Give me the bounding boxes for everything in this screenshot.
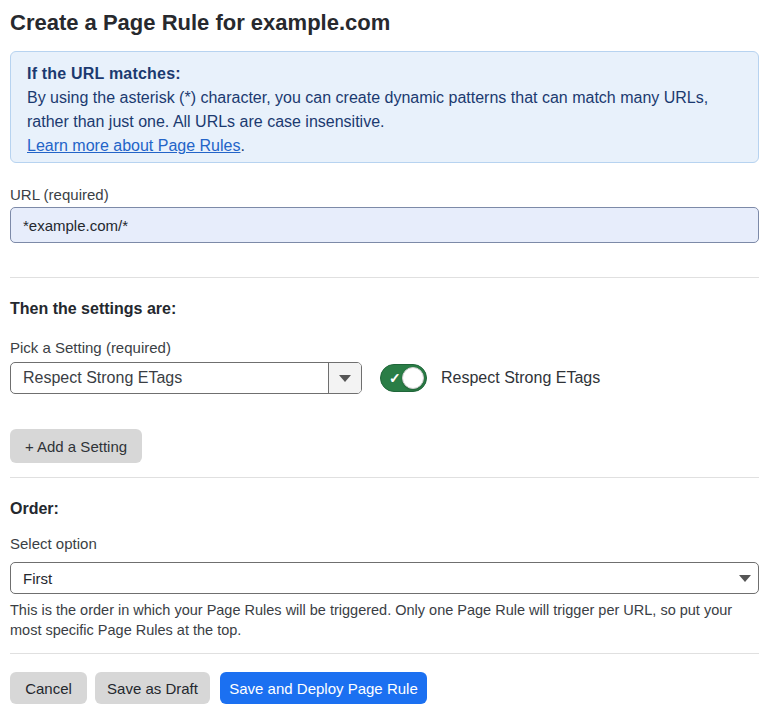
select-option-label: Select option xyxy=(10,536,759,552)
save-deploy-button[interactable]: Save and Deploy Page Rule xyxy=(220,672,427,704)
chevron-down-icon xyxy=(339,375,351,382)
order-helper-text: This is the order in which your Page Rul… xyxy=(10,600,746,640)
setting-row: Respect Strong ETags ✓ Respect Strong ET… xyxy=(10,362,759,394)
url-label: URL (required) xyxy=(10,187,759,203)
add-setting-button[interactable]: + Add a Setting xyxy=(10,429,142,463)
setting-toggle[interactable]: ✓ xyxy=(380,364,427,392)
divider xyxy=(10,477,759,478)
settings-heading: Then the settings are: xyxy=(10,301,759,317)
cancel-button[interactable]: Cancel xyxy=(10,672,87,704)
toggle-knob xyxy=(402,367,424,389)
divider xyxy=(10,277,759,278)
url-input[interactable] xyxy=(10,207,759,243)
save-draft-button[interactable]: Save as Draft xyxy=(95,672,210,704)
action-buttons: Cancel Save as Draft Save and Deploy Pag… xyxy=(10,672,759,704)
info-box-body: By using the asterisk (*) character, you… xyxy=(27,86,742,134)
toggle-label: Respect Strong ETags xyxy=(441,369,600,387)
dropdown-arrow-button[interactable] xyxy=(328,363,361,393)
order-select-value: First xyxy=(23,570,739,587)
check-icon: ✓ xyxy=(389,371,401,385)
chevron-down-icon xyxy=(739,575,751,582)
setting-dropdown-value: Respect Strong ETags xyxy=(11,363,328,393)
page-rule-form: Create a Page Rule for example.com If th… xyxy=(0,0,769,704)
divider xyxy=(10,653,759,654)
order-heading: Order: xyxy=(10,501,759,517)
order-select[interactable]: First xyxy=(10,562,759,594)
setting-dropdown[interactable]: Respect Strong ETags xyxy=(10,362,362,394)
info-box-heading: If the URL matches: xyxy=(27,62,742,86)
pick-setting-label: Pick a Setting (required) xyxy=(10,340,759,356)
page-title: Create a Page Rule for example.com xyxy=(10,0,759,35)
learn-more-link[interactable]: Learn more about Page Rules xyxy=(27,137,240,154)
link-suffix: . xyxy=(240,137,244,154)
url-match-info-box: If the URL matches: By using the asteris… xyxy=(10,51,759,163)
